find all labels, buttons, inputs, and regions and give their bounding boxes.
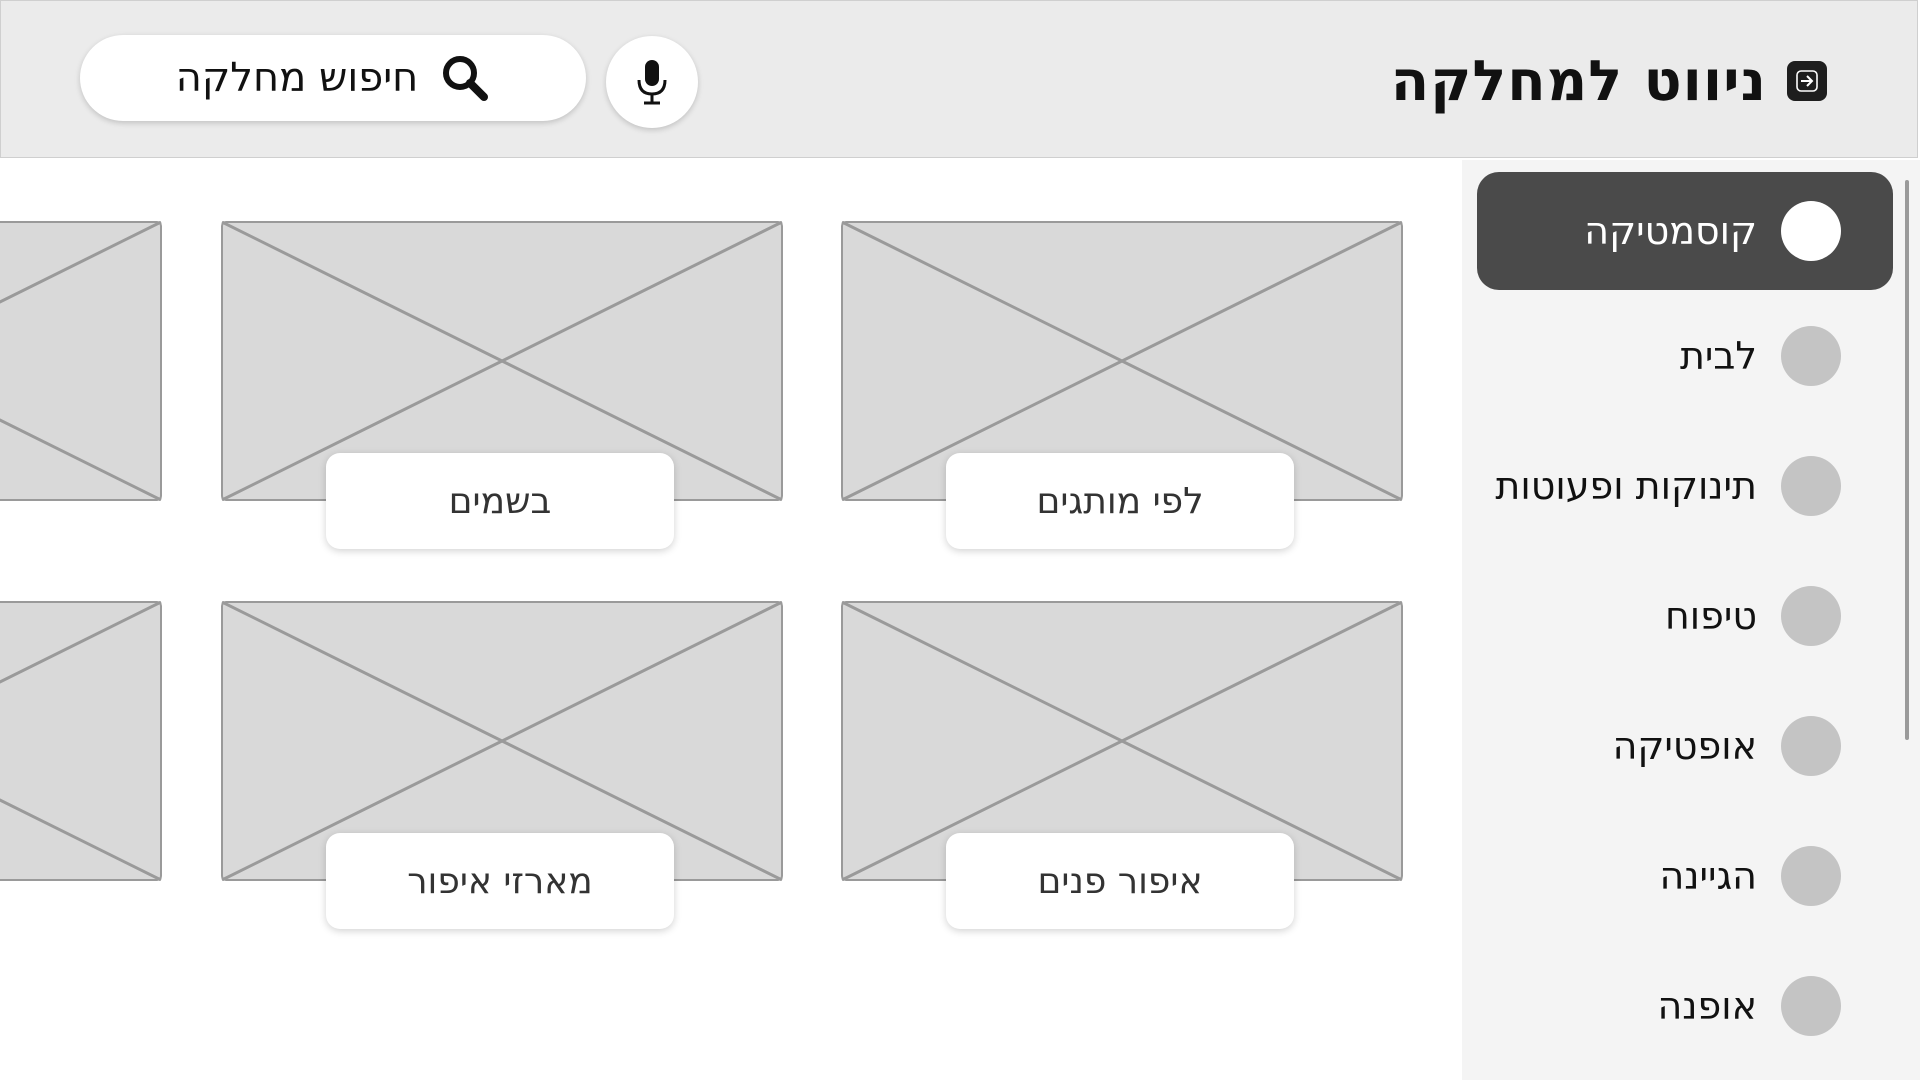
card-label: בשמים	[326, 453, 674, 549]
card-label: לפי מותגים	[946, 453, 1294, 549]
search-placeholder: חיפוש מחלקה	[175, 55, 419, 101]
image-placeholder-icon	[0, 221, 162, 501]
card-label: איפור פנים	[946, 833, 1294, 929]
card-label: מארזי איפור	[326, 833, 674, 929]
back-button[interactable]	[1787, 61, 1827, 101]
sidebar-item-home[interactable]: לבית	[1477, 297, 1893, 415]
category-card-partial[interactable]	[0, 601, 162, 881]
sidebar-item-optics[interactable]: אופטיקה	[1477, 687, 1893, 805]
category-card[interactable]: לפי מותגים	[841, 221, 1403, 549]
category-dot-icon	[1781, 976, 1841, 1036]
category-dot-icon	[1781, 201, 1841, 261]
sidebar-item-hygiene[interactable]: הגיינה	[1477, 817, 1893, 935]
top-header: ניווט למחלקה חיפוש מחלקה	[0, 0, 1918, 158]
sidebar-item-label: קוסמטיקה	[1584, 209, 1757, 253]
magnifier-icon	[443, 56, 489, 101]
sidebar-item-label: הגיינה	[1659, 854, 1757, 898]
sidebar-item-label: טיפוח	[1664, 594, 1757, 638]
category-dot-icon	[1781, 846, 1841, 906]
page-title: ניווט למחלקה	[1390, 48, 1767, 114]
category-card[interactable]: איפור פנים	[841, 601, 1403, 929]
voice-search-button[interactable]	[606, 36, 698, 128]
sidebar-item-label: תינוקות ופעוטות	[1495, 464, 1757, 508]
department-search-input[interactable]: חיפוש מחלקה	[80, 35, 586, 121]
sidebar-item-fashion[interactable]: אופנה	[1477, 947, 1893, 1065]
header-title-group: ניווט למחלקה	[1391, 41, 1827, 121]
sidebar-item-grooming[interactable]: טיפוח	[1477, 557, 1893, 675]
sidebar-item-label: לבית	[1679, 334, 1757, 378]
category-dot-icon	[1781, 456, 1841, 516]
category-card[interactable]: בשמים	[221, 221, 783, 549]
sidebar-item-label: אופטיקה	[1612, 724, 1757, 768]
image-placeholder-icon	[0, 601, 162, 881]
arrow-right-icon	[1796, 70, 1818, 92]
category-dot-icon	[1781, 586, 1841, 646]
sidebar-scrollbar[interactable]	[1905, 180, 1909, 740]
category-dot-icon	[1781, 716, 1841, 776]
category-card-partial[interactable]	[0, 221, 162, 501]
sidebar-item-babies[interactable]: תינוקות ופעוטות	[1477, 427, 1893, 545]
category-dot-icon	[1781, 326, 1841, 386]
sidebar-item-cosmetics[interactable]: קוסמטיקה	[1477, 172, 1893, 290]
category-card[interactable]: מארזי איפור	[221, 601, 783, 929]
microphone-icon	[637, 60, 667, 105]
sidebar-item-label: אופנה	[1657, 984, 1757, 1028]
